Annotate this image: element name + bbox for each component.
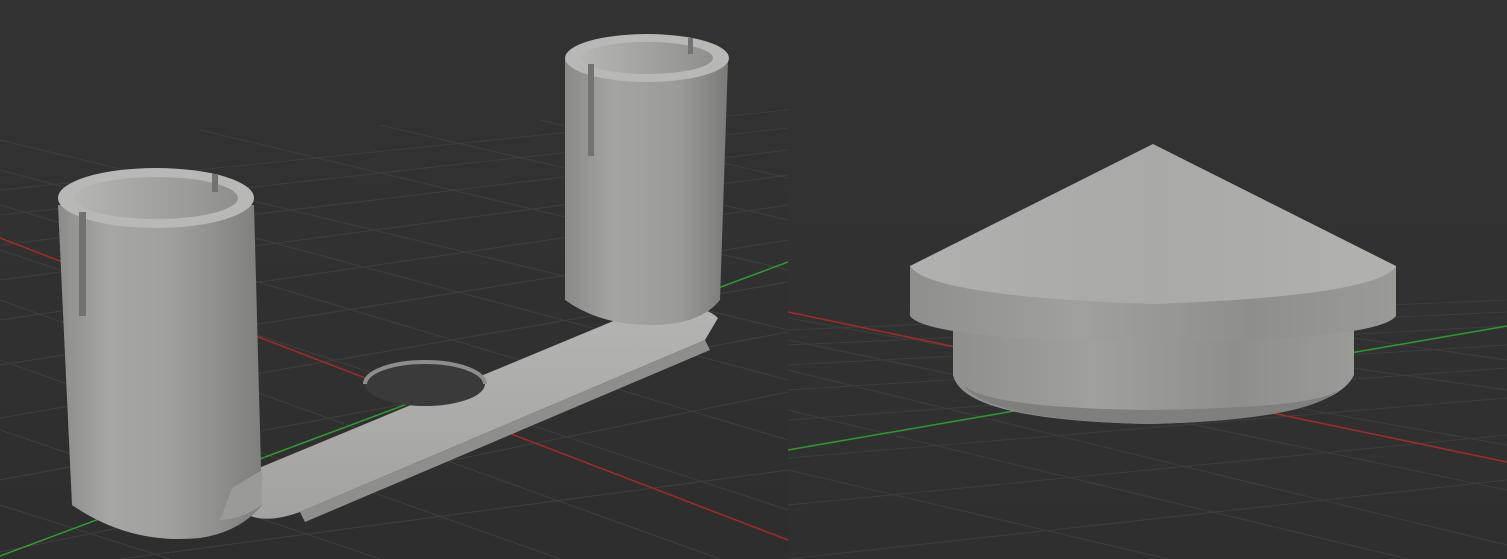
left-tube-body[interactable]	[58, 205, 262, 540]
viewport-right[interactable]	[788, 0, 1507, 559]
viewport-right-canvas[interactable]	[788, 0, 1507, 559]
left-tube-notch	[212, 174, 218, 192]
right-tube-notch	[688, 38, 693, 54]
viewport-left[interactable]	[0, 0, 788, 559]
right-tube-bore	[581, 42, 713, 74]
left-tube-slot	[79, 212, 86, 316]
viewport-left-canvas[interactable]	[0, 0, 788, 559]
right-tube-slot	[588, 64, 594, 156]
